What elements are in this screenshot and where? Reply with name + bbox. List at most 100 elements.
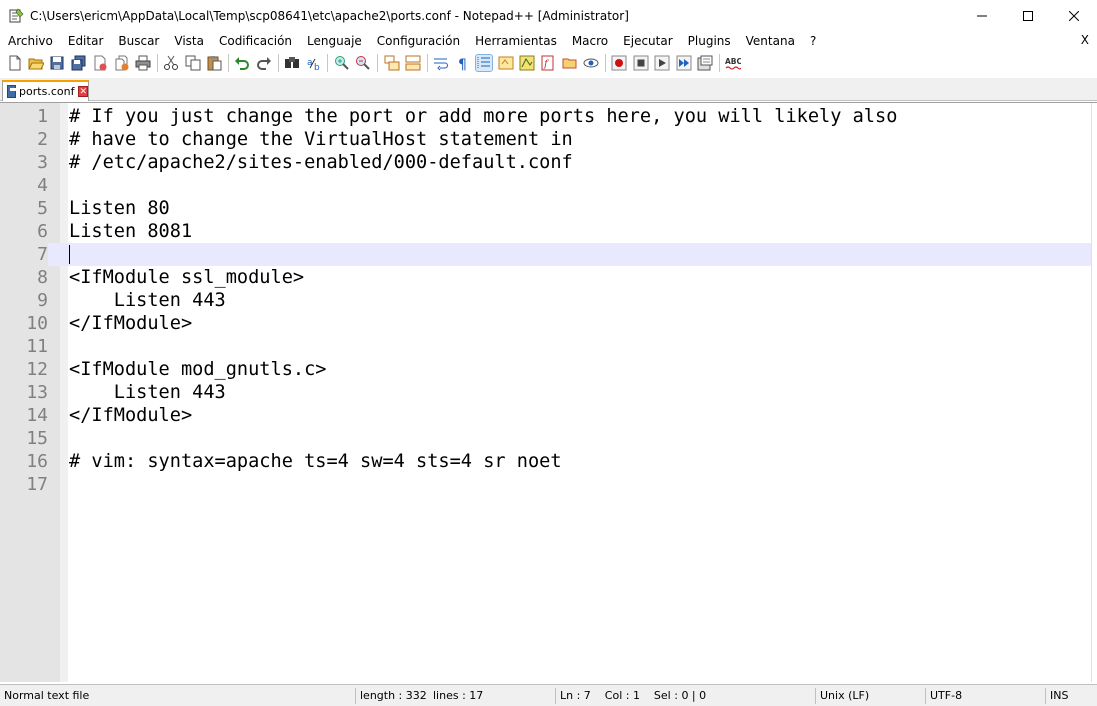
zoom-in-icon[interactable] <box>334 55 350 71</box>
menu-ventana[interactable]: Ventana <box>738 34 802 48</box>
menu-bar: Archivo Editar Buscar Vista Codificación… <box>0 31 1097 51</box>
code-line[interactable]: 13 Listen 443 <box>0 381 1097 404</box>
stop-macro-icon[interactable] <box>633 55 649 71</box>
code-line[interactable]: 16 # vim: syntax=apache ts=4 sw=4 sts=4 s… <box>0 450 1097 473</box>
maximize-icon <box>1023 10 1033 21</box>
line-number: 10 <box>26 313 48 334</box>
line-number: 1 <box>37 106 48 127</box>
menu-codificacion[interactable]: Codificación <box>211 34 299 48</box>
show-all-chars-icon[interactable]: ¶ <box>455 55 471 73</box>
redo-icon[interactable] <box>256 55 272 71</box>
function-list-icon[interactable]: f <box>540 55 556 71</box>
status-separator <box>555 688 556 704</box>
code-lines: 1 # If you just change the port or add mo… <box>0 105 1097 496</box>
toolbar-separator <box>327 54 329 72</box>
cut-icon[interactable] <box>163 55 179 71</box>
copy-icon[interactable] <box>185 55 201 71</box>
toolbar: ab ¶ f ABC <box>0 51 1097 75</box>
menu-editar[interactable]: Editar <box>60 34 111 48</box>
zoom-out-icon[interactable] <box>355 55 371 71</box>
line-text: # have to change the VirtualHost stateme… <box>69 129 573 150</box>
folder-workspace-icon[interactable] <box>562 55 578 71</box>
saved-file-icon <box>7 85 17 98</box>
minimize-icon <box>977 15 987 16</box>
line-number: 13 <box>26 382 48 403</box>
close-file-icon[interactable] <box>92 55 108 71</box>
menu-herramientas[interactable]: Herramientas <box>467 34 564 48</box>
code-line[interactable]: 1 # If you just change the port or add mo… <box>0 105 1097 128</box>
status-encoding[interactable]: UTF-8 <box>930 685 962 706</box>
editor[interactable]: 1 # If you just change the port or add mo… <box>0 102 1097 682</box>
code-line[interactable]: 11 <box>0 335 1097 358</box>
code-line[interactable]: 17 <box>0 473 1097 496</box>
udl-icon[interactable] <box>498 55 514 71</box>
code-line[interactable]: 6 Listen 8081 <box>0 220 1097 243</box>
menu-plugins[interactable]: Plugins <box>680 34 738 48</box>
status-separator <box>1045 688 1046 704</box>
code-line[interactable]: 10 </IfModule> <box>0 312 1097 335</box>
close-window-button[interactable] <box>1051 0 1097 31</box>
code-line[interactable]: 12 <IfModule mod_gnutls.c> <box>0 358 1097 381</box>
monitoring-icon[interactable] <box>583 55 599 71</box>
play-macro-icon[interactable] <box>654 55 670 71</box>
new-file-icon[interactable] <box>7 55 23 71</box>
status-separator <box>815 688 816 704</box>
sync-horizontal-icon[interactable] <box>405 55 421 71</box>
code-line[interactable]: 8 <IfModule ssl_module> <box>0 266 1097 289</box>
undo-icon[interactable] <box>234 55 250 71</box>
paste-icon[interactable] <box>206 55 222 71</box>
line-number: 9 <box>37 290 48 311</box>
line-number: 6 <box>37 221 48 242</box>
line-text: <IfModule mod_gnutls.c> <box>69 359 327 380</box>
code-line[interactable]: 3 # /etc/apache2/sites-enabled/000-defaul… <box>0 151 1097 174</box>
menu-ejecutar[interactable]: Ejecutar <box>615 34 680 48</box>
print-icon[interactable] <box>135 55 151 71</box>
status-separator <box>355 688 356 704</box>
menu-archivo[interactable]: Archivo <box>0 34 60 48</box>
code-line[interactable]: 14 </IfModule> <box>0 404 1097 427</box>
doc-map-icon[interactable] <box>519 55 535 71</box>
line-number: 2 <box>37 129 48 150</box>
status-separator <box>925 688 926 704</box>
menu-macro[interactable]: Macro <box>564 34 615 48</box>
record-macro-icon[interactable] <box>611 55 627 71</box>
code-line[interactable]: 15 <box>0 427 1097 450</box>
code-line[interactable]: 2 # have to change the VirtualHost statem… <box>0 128 1097 151</box>
menu-vista[interactable]: Vista <box>166 34 211 48</box>
open-file-icon[interactable] <box>28 55 45 71</box>
maximize-button[interactable] <box>1005 0 1051 31</box>
toolbar-separator <box>227 54 229 72</box>
status-insert-mode[interactable]: INS <box>1050 685 1068 706</box>
find-icon[interactable] <box>284 55 300 71</box>
minimize-button[interactable] <box>959 0 1005 31</box>
status-position: Ln : 7 Col : 1 Sel : 0 | 0 <box>560 689 707 702</box>
sync-vertical-icon[interactable] <box>384 55 400 71</box>
save-macro-icon[interactable] <box>697 55 713 71</box>
line-number: 17 <box>26 474 48 495</box>
save-all-icon[interactable] <box>71 55 87 71</box>
word-wrap-icon[interactable] <box>433 55 449 71</box>
menu-help[interactable]: ? <box>802 34 823 48</box>
current-line[interactable]: 7 <box>0 243 1097 266</box>
replace-icon[interactable]: ab <box>306 55 322 73</box>
menu-buscar[interactable]: Buscar <box>110 34 166 48</box>
menu-lenguaje[interactable]: Lenguaje <box>299 34 369 48</box>
code-line[interactable]: 4 <box>0 174 1097 197</box>
toolbar-separator <box>604 54 606 72</box>
tab-close-icon[interactable]: ✕ <box>78 86 88 97</box>
tab-label: ports.conf <box>19 85 75 98</box>
notepad-plus-plus-icon <box>8 7 24 24</box>
spell-check-icon[interactable]: ABC <box>725 55 743 71</box>
line-number: 3 <box>37 152 48 173</box>
code-line[interactable]: 9 Listen 443 <box>0 289 1097 312</box>
tab-ports-conf[interactable]: ports.conf ✕ <box>2 80 89 101</box>
close-all-icon[interactable] <box>114 55 130 71</box>
indent-guide-icon[interactable] <box>475 54 494 72</box>
save-icon[interactable] <box>49 55 65 71</box>
run-macro-multiple-icon[interactable] <box>676 55 692 71</box>
status-eol[interactable]: Unix (LF) <box>820 685 869 706</box>
code-line[interactable]: 5 Listen 80 <box>0 197 1097 220</box>
menu-configuracion[interactable]: Configuración <box>369 34 467 48</box>
line-number: 11 <box>26 336 48 357</box>
close-document-button[interactable]: X <box>1081 33 1089 47</box>
